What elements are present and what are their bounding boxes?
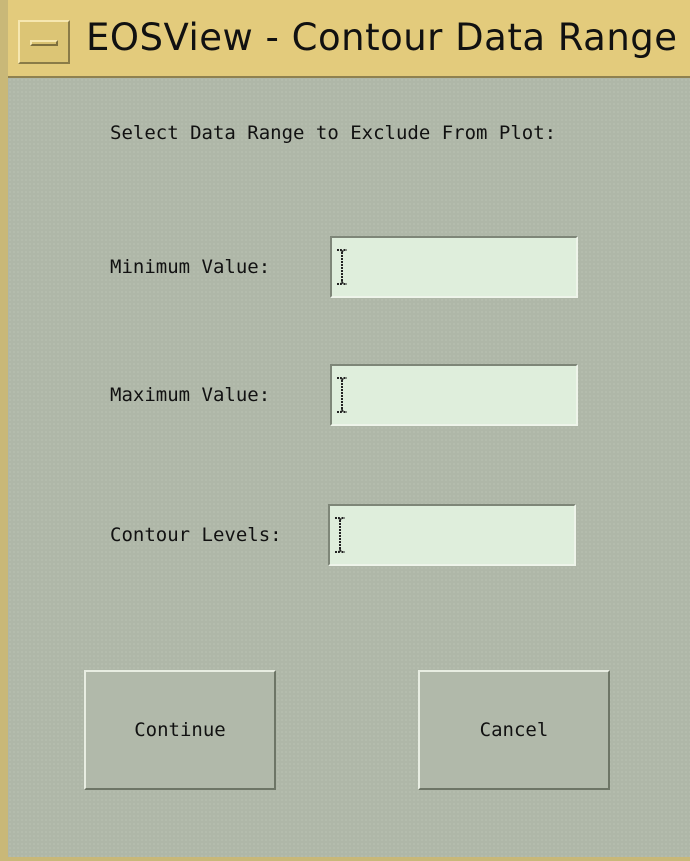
contour-levels-label: Contour Levels: (110, 524, 282, 546)
window-menu-button[interactable] (18, 20, 70, 64)
window-menu-icon (30, 40, 58, 46)
continue-button-label: Continue (134, 719, 226, 741)
maximum-value-label: Maximum Value: (110, 384, 271, 406)
maximum-value-field[interactable] (330, 364, 578, 426)
contour-levels-input[interactable] (354, 516, 564, 554)
minimum-value-label: Minimum Value: (110, 256, 271, 278)
continue-button[interactable]: Continue (84, 670, 276, 790)
cancel-button-label: Cancel (479, 719, 549, 741)
minimum-value-field[interactable] (330, 236, 578, 298)
text-cursor-icon (337, 249, 347, 285)
prompt-text: Select Data Range to Exclude From Plot: (110, 122, 557, 144)
contour-levels-field[interactable] (328, 504, 576, 566)
dialog-content: Select Data Range to Exclude From Plot: … (8, 78, 690, 857)
window-title: EOSView - Contour Data Range (86, 16, 678, 59)
title-bar[interactable]: EOSView - Contour Data Range (8, 0, 690, 78)
minimum-value-input[interactable] (356, 248, 566, 286)
dialog-window: EOSView - Contour Data Range Select Data… (0, 0, 690, 861)
text-cursor-icon (335, 517, 345, 553)
cancel-button[interactable]: Cancel (418, 670, 610, 790)
text-cursor-icon (337, 377, 347, 413)
maximum-value-input[interactable] (356, 376, 566, 414)
